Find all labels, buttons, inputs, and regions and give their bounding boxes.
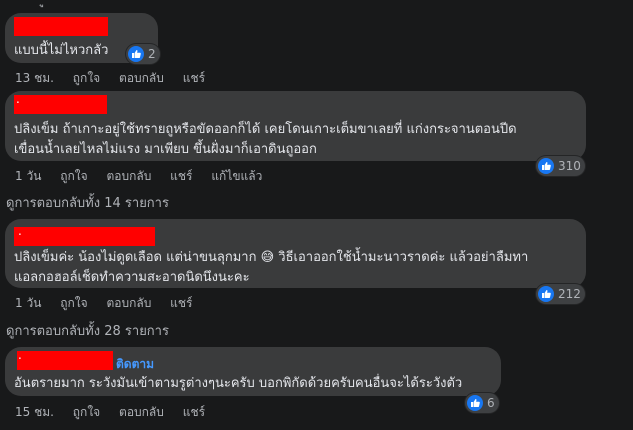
reaction-count: 310 <box>558 159 581 173</box>
redacted-author-name[interactable] <box>17 351 113 370</box>
name-fragment: . <box>18 348 22 362</box>
comment-text: แบบนี้ไม่ไหวกลัว <box>14 43 109 58</box>
reply-action[interactable]: ตอบกลับ <box>106 169 151 183</box>
share-action[interactable]: แชร์ <box>183 71 205 85</box>
name-fragment: . <box>16 92 20 106</box>
reaction-count-pill[interactable]: 310 <box>536 156 585 176</box>
thumbs-up-icon <box>538 158 554 174</box>
reaction-count-pill[interactable]: 212 <box>536 284 585 304</box>
redacted-author-name[interactable] <box>14 17 108 36</box>
like-action[interactable]: ถูกใจ <box>60 296 87 310</box>
redacted-author-name[interactable] <box>14 95 107 114</box>
redacted-author-name[interactable] <box>14 227 155 246</box>
view-replies-link[interactable]: ดูการตอบกลับทั้ง 14 รายการ <box>6 192 169 213</box>
reaction-count-pill[interactable]: 2 <box>126 44 160 64</box>
reaction-count-pill[interactable]: 6 <box>465 393 499 413</box>
share-action[interactable]: แชร์ <box>170 169 192 183</box>
comment-text-line-2: เขื่อนน้ำเลยไหลไม่แรง มาเพียบ ขึ้นฝั่งมา… <box>14 142 317 157</box>
share-action[interactable]: แชร์ <box>170 296 192 310</box>
follow-button[interactable]: ติดตาม <box>116 355 154 374</box>
thumbs-up-icon <box>128 46 144 62</box>
comment-actions: 1 วัน ถูกใจ ตอบกลับ แชร์ แก้ไขแล้ว <box>15 167 277 186</box>
comment-actions: 1 วัน ถูกใจ ตอบกลับ แชร์ <box>15 294 207 313</box>
thumbs-up-icon <box>538 286 554 302</box>
comment-text-line-2: แอลกอฮอล์เช็ดทำความสะอาดนิดนึงนะคะ <box>14 270 250 285</box>
reply-action[interactable]: ตอบกลับ <box>119 71 164 85</box>
name-fragment: . <box>18 224 22 238</box>
like-action[interactable]: ถูกใจ <box>73 71 100 85</box>
share-action[interactable]: แชร์ <box>183 405 205 419</box>
reply-action[interactable]: ตอบกลับ <box>119 405 164 419</box>
like-action[interactable]: ถูกใจ <box>73 405 100 419</box>
thumbs-up-icon <box>467 395 483 411</box>
reply-action[interactable]: ตอบกลับ <box>106 296 151 310</box>
comment-timestamp[interactable]: 13 ชม. <box>15 71 54 85</box>
comment-timestamp[interactable]: 1 วัน <box>15 169 41 183</box>
comment-timestamp[interactable]: 1 วัน <box>15 296 41 310</box>
comment-text: อันตรายมาก ระวังมันเข้าตามรูต่างๆนะครับ … <box>14 376 463 391</box>
comment-actions: 13 ชม. ถูกใจ ตอบกลับ แชร์ <box>15 69 220 88</box>
comment-text-line-1: ปลิงเข็ม ถ้าเกาะอยู่ใช้ทรายถูหรือขัดออกก… <box>14 122 517 137</box>
reaction-count: 2 <box>148 47 156 61</box>
reaction-count: 212 <box>558 287 581 301</box>
like-action[interactable]: ถูกใจ <box>60 169 87 183</box>
comment-timestamp[interactable]: 15 ชม. <box>15 405 54 419</box>
edited-label[interactable]: แก้ไขแล้ว <box>211 169 262 183</box>
view-replies-link[interactable]: ดูการตอบกลับทั้ง 28 รายการ <box>6 320 169 341</box>
reaction-count: 6 <box>487 396 495 410</box>
comment-text-line-1: ปลิงเข็มค่ะ น้องไม่ดูดเลือด แต่น่าขนลุกม… <box>14 250 529 265</box>
comment-actions: 15 ชม. ถูกใจ ตอบกลับ แชร์ <box>15 403 220 422</box>
